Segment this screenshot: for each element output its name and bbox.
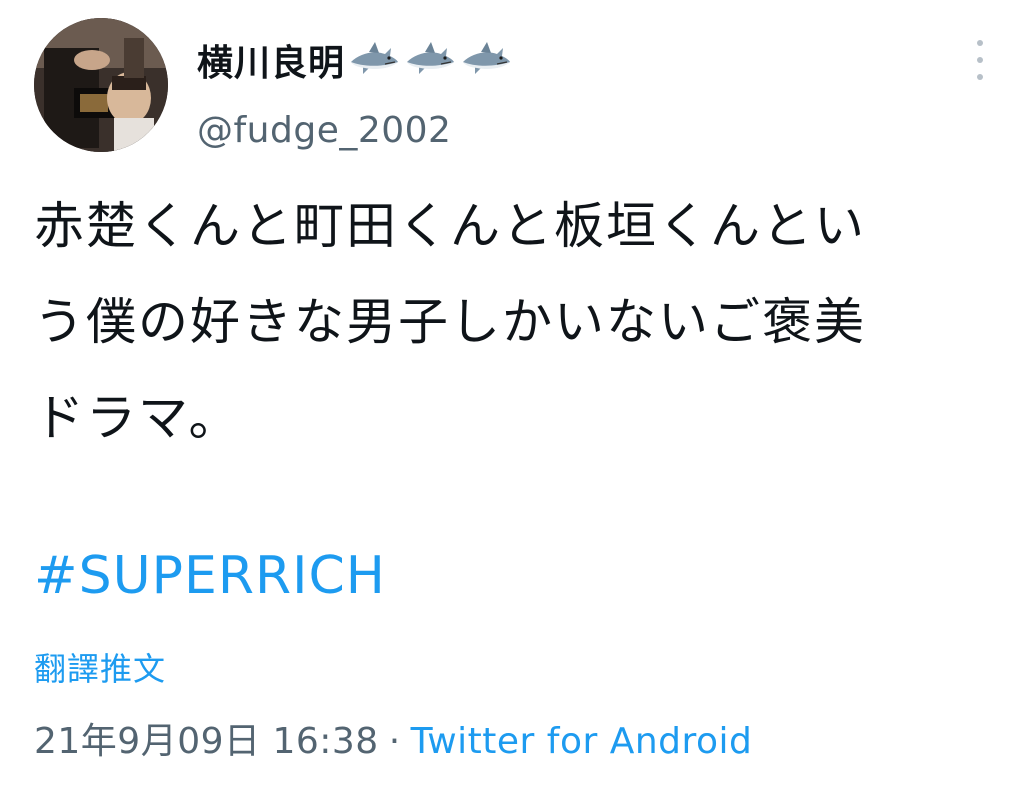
more-dot: [977, 57, 983, 63]
display-name[interactable]: 横川良明: [197, 34, 345, 86]
user-handle[interactable]: @fudge_2002: [197, 110, 517, 151]
tweet-header: 横川良明 @fudge_2002: [34, 18, 994, 158]
tweet-meta: 21年9月09日 16:38 · Twitter for Android: [34, 712, 752, 764]
translate-tweet-link[interactable]: 翻譯推文: [34, 644, 166, 690]
more-options-icon[interactable]: [970, 40, 990, 80]
more-dot: [977, 40, 983, 46]
tweet: 横川良明 @fudge_2002 赤楚くんと町田くんと板垣くんとい う僕の好きな…: [0, 0, 1024, 790]
more-dot: [977, 74, 983, 80]
source-link[interactable]: Twitter for Android: [411, 721, 753, 762]
shark-emoji-icon: [463, 42, 511, 74]
shark-emoji-icon: [351, 42, 399, 74]
avatar-photo: [34, 18, 168, 152]
avatar[interactable]: [34, 18, 168, 152]
timestamp[interactable]: 21年9月09日 16:38: [34, 721, 379, 762]
tweet-text: 赤楚くんと町田くんと板垣くんとい う僕の好きな男子しかいないご褒美 ドラマ。: [34, 197, 866, 447]
author-names: 横川良明 @fudge_2002: [197, 36, 517, 151]
shark-emoji-icon: [407, 42, 455, 74]
display-name-row[interactable]: 横川良明: [197, 36, 517, 84]
meta-separator: ·: [388, 721, 401, 762]
hashtag-link[interactable]: #SUPERRICH: [34, 546, 386, 606]
name-emoji-row: [349, 40, 517, 80]
